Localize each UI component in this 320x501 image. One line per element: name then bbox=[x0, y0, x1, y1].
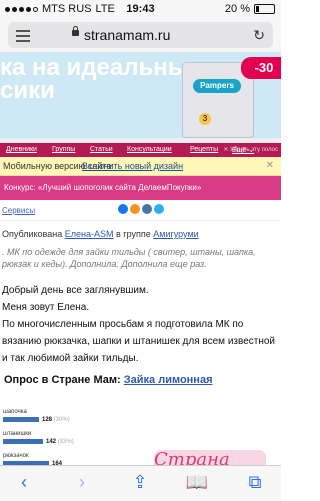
breadcrumb: Сервисы bbox=[0, 200, 281, 221]
discount-badge: -30 bbox=[241, 57, 281, 79]
author-link[interactable]: Елена-АSM bbox=[65, 229, 114, 239]
poll-title: Опрос в Стране Мам: Зайка лимонная bbox=[4, 374, 213, 386]
banner-brand: Pampers bbox=[193, 79, 241, 93]
status-bar: MTS RUS LTE 19:43 20 % bbox=[0, 0, 281, 18]
battery-percent: 20 % bbox=[224, 3, 250, 15]
poll-option-value: 128 (30%) bbox=[42, 417, 70, 423]
nav-item-articles[interactable]: Статьи bbox=[90, 146, 113, 153]
poll-option-value: 142 (33%) bbox=[46, 439, 74, 445]
contest-banner[interactable]: Конкурс: «Лучший шопоголик сайта ДелаемП… bbox=[0, 176, 281, 200]
poll-option-label: штанишки bbox=[3, 431, 32, 437]
share-icon[interactable]: ⇪ bbox=[128, 472, 152, 493]
post-description: . МК по одежде для зайки тильды ( свитер… bbox=[2, 247, 256, 269]
version-notice: Мобильную версию сайта Включить новый ди… bbox=[0, 157, 281, 176]
browser-toolbar: ‹ › ⇪ 📖 ⧉ bbox=[0, 465, 281, 501]
new-design-link[interactable]: Включить новый дизайн bbox=[82, 161, 183, 171]
published-prefix: Опубликована bbox=[2, 229, 63, 239]
group-prefix: в группе bbox=[116, 229, 151, 239]
lock-icon bbox=[72, 26, 79, 36]
browser-url-bar: stranamam.ru ↻ bbox=[0, 18, 281, 53]
battery-info: 20 % bbox=[225, 3, 275, 15]
bookmarks-icon[interactable]: 📖 bbox=[185, 472, 209, 493]
reload-icon[interactable]: ↻ bbox=[253, 27, 265, 44]
menu-icon[interactable] bbox=[16, 30, 30, 45]
remove-strip-link[interactable]: ✕ Убрать эту полос bbox=[223, 146, 278, 153]
nav-item-consultations[interactable]: Консультации bbox=[127, 146, 172, 153]
site-navigation: Дневники Группы Статьи Консультации Реце… bbox=[0, 143, 281, 157]
nav-item-recipes[interactable]: Рецепты bbox=[190, 146, 218, 153]
poll-option-bar bbox=[3, 439, 43, 444]
poll-option: шапочка 128 (30%) bbox=[3, 409, 273, 431]
address-field[interactable]: stranamam.ru ↻ bbox=[8, 22, 273, 48]
post-meta: Опубликована Елена-АSM в группе Амигурум… bbox=[2, 229, 199, 239]
poll-option-bar bbox=[3, 417, 39, 422]
close-icon[interactable]: ✕ bbox=[266, 160, 274, 171]
poll-title-prefix: Опрос в Стране Мам: bbox=[4, 374, 121, 386]
nav-item-groups[interactable]: Группы bbox=[52, 146, 75, 153]
group-link[interactable]: Амигуруми bbox=[153, 229, 198, 239]
post-paragraph: Добрый день все заглянувшим. bbox=[2, 285, 149, 296]
contest-text: Конкурс: «Лучший шопоголик сайта ДелаемП… bbox=[4, 183, 202, 192]
twitter-icon[interactable] bbox=[154, 204, 164, 214]
banner-size: 3 bbox=[199, 113, 211, 125]
poll-option-label: рюкзачок bbox=[3, 453, 29, 459]
post-paragraph: По многочисленным просьбам я подготовила… bbox=[2, 319, 276, 364]
facebook-icon[interactable] bbox=[118, 204, 128, 214]
post-body: Добрый день все заглянувшим. Меня зовут … bbox=[2, 282, 278, 367]
url-text[interactable]: stranamam.ru bbox=[84, 27, 170, 43]
tabs-icon[interactable]: ⧉ bbox=[243, 472, 267, 493]
battery-icon bbox=[254, 4, 275, 14]
banner-text: ка на идеальные сики bbox=[0, 54, 202, 104]
poll-title-link[interactable]: Зайка лимонная bbox=[124, 374, 213, 386]
vk-icon[interactable] bbox=[142, 204, 152, 214]
post-paragraph: Меня зовут Елена. bbox=[2, 302, 90, 313]
ad-banner[interactable]: ка на идеальные сики Pampers 3 -30 bbox=[0, 52, 281, 138]
breadcrumb-services[interactable]: Сервисы bbox=[2, 206, 35, 215]
back-icon[interactable]: ‹ bbox=[12, 472, 36, 493]
forward-icon[interactable]: › bbox=[70, 472, 94, 493]
nav-item-diaries[interactable]: Дневники bbox=[6, 146, 37, 153]
odnoklassniki-icon[interactable] bbox=[130, 204, 140, 214]
share-buttons bbox=[118, 204, 164, 214]
poll-option-label: шапочка bbox=[3, 409, 27, 415]
